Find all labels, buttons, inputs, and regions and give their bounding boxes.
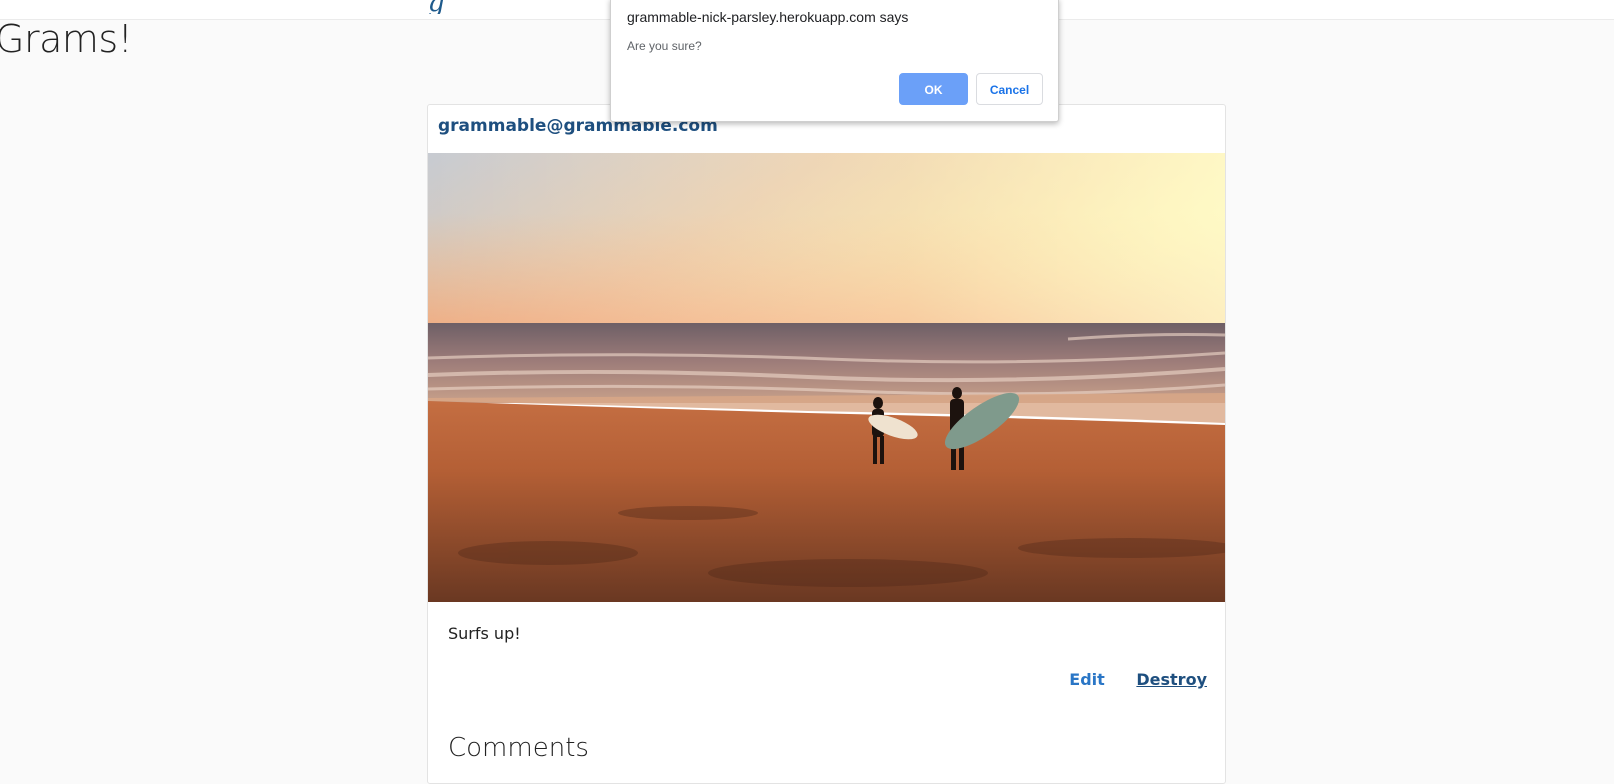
dialog-title: grammable-nick-parsley.herokuapp.com say… (627, 9, 909, 25)
post-actions: Edit Destroy (1069, 670, 1207, 689)
destroy-link[interactable]: Destroy (1136, 670, 1207, 689)
comments-heading: Comments (448, 733, 589, 763)
edit-link[interactable]: Edit (1069, 670, 1105, 689)
brand-logo[interactable]: g (428, 0, 452, 14)
post-card: grammable@grammable.com Surfs up! Edit D… (427, 104, 1226, 784)
confirm-dialog: grammable-nick-parsley.herokuapp.com say… (610, 0, 1059, 122)
post-image (428, 153, 1225, 602)
post-caption: Surfs up! (448, 624, 521, 643)
page-title: Grams! (0, 17, 133, 61)
dialog-message: Are you sure? (627, 39, 702, 53)
cancel-button[interactable]: Cancel (976, 73, 1043, 105)
ok-button[interactable]: OK (899, 73, 968, 105)
